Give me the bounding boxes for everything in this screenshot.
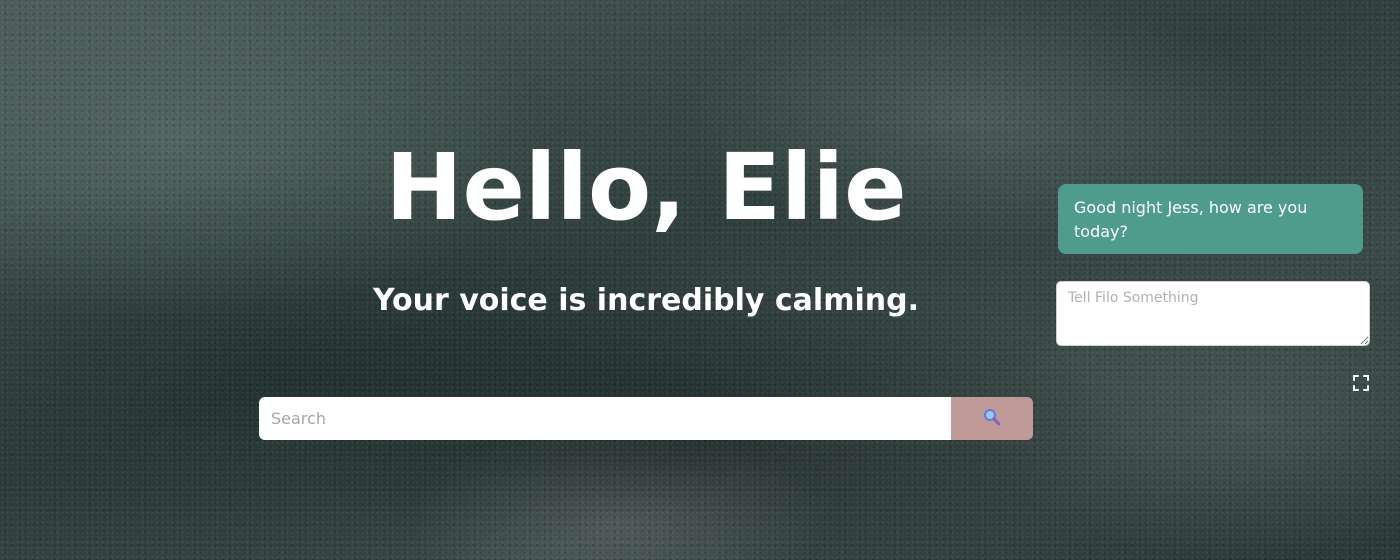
compliment-text: Your voice is incredibly calming. xyxy=(373,283,919,318)
search-button[interactable] xyxy=(951,397,1033,440)
search-bar xyxy=(259,397,1033,440)
fullscreen-icon xyxy=(1352,374,1370,396)
chat-input[interactable] xyxy=(1056,281,1370,346)
search-icon xyxy=(983,408,1001,429)
chat-message-bubble: Good night Jess, how are you today? xyxy=(1058,184,1363,254)
greeting-heading: Hello, Elie xyxy=(385,134,907,241)
fullscreen-button[interactable] xyxy=(1351,375,1371,395)
background-image xyxy=(0,0,1400,560)
search-input[interactable] xyxy=(259,397,951,440)
